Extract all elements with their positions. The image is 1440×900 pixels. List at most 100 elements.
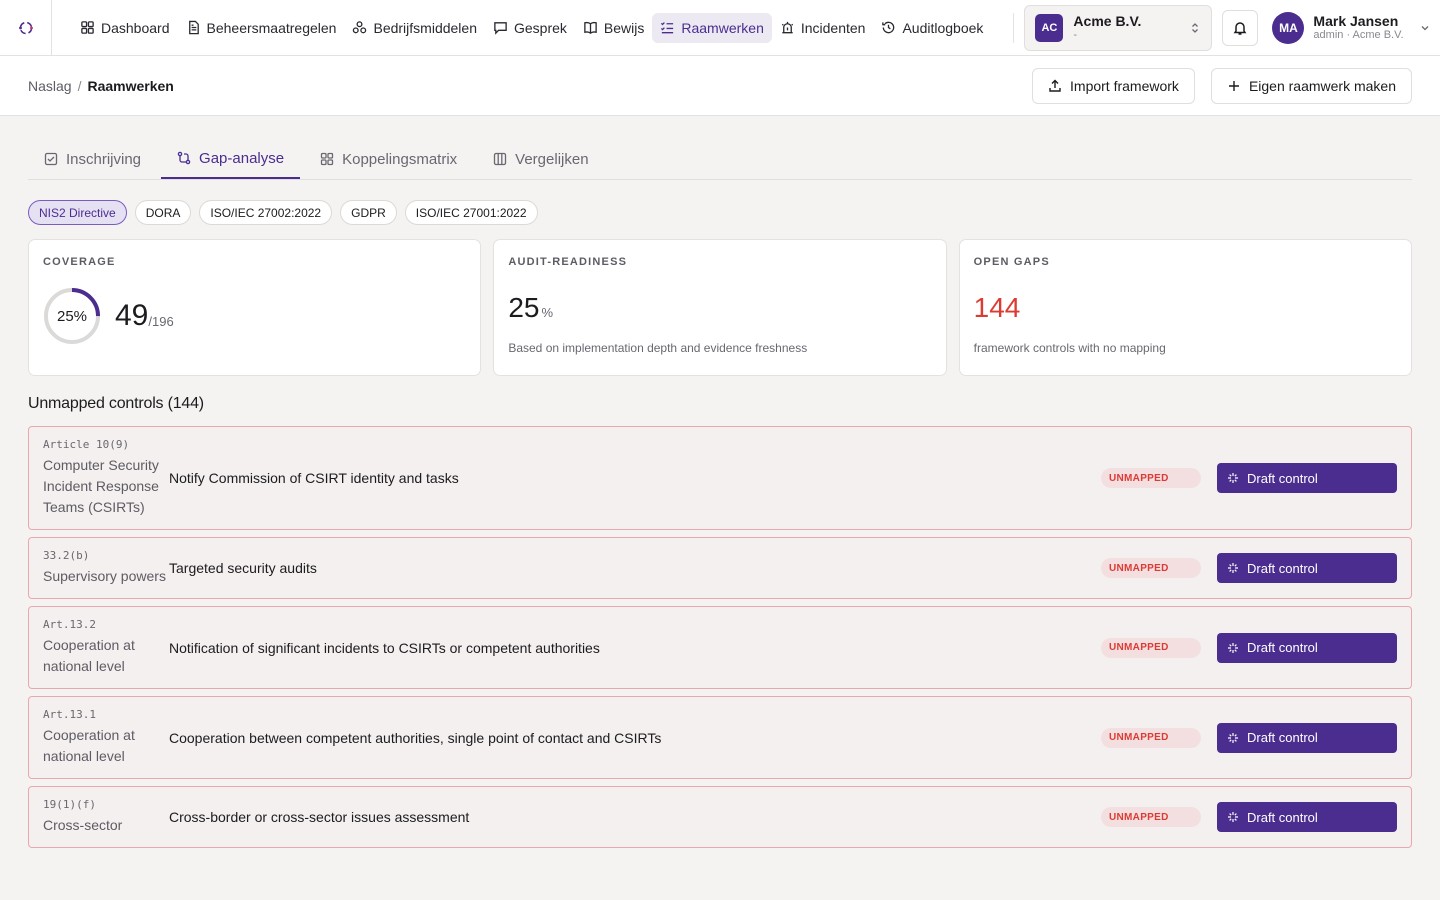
tab-label: Koppelingsmatrix: [342, 150, 458, 168]
coverage-percent: 25%: [56, 307, 88, 325]
draft-control-button[interactable]: Draft control: [1217, 632, 1397, 663]
chevron-up-down-icon: [1192, 22, 1199, 33]
control-title: Targeted security audits: [169, 560, 317, 576]
list-item: 33.2(b) Supervisory powers Targeted secu…: [28, 537, 1412, 599]
app-logo[interactable]: [0, 0, 52, 56]
framework-chip-iso27002[interactable]: ISO/IEC 27002:2022: [199, 200, 333, 225]
control-area: Supervisory powers: [43, 568, 166, 584]
nav-item-conversation[interactable]: Gesprek: [485, 13, 575, 43]
list-item: Art.13.1 Cooperation at national level C…: [28, 696, 1412, 779]
org-subtitle: -: [1073, 29, 1078, 42]
breadcrumb-separator: /: [77, 77, 82, 94]
nav-item-audit-log[interactable]: Auditlogboek: [873, 13, 991, 43]
framework-chip-iso27001[interactable]: ISO/IEC 27001:2022: [404, 200, 538, 225]
list-item: Article 10(9) Computer Security Incident…: [28, 426, 1412, 530]
list-item: 19(1)(f) Cross-sector Cross-border or cr…: [28, 786, 1412, 848]
nav-item-controls[interactable]: Beheersmaatregelen: [178, 13, 345, 43]
audit-readiness-unit: %: [541, 305, 554, 320]
draft-control-label: Draft control: [1247, 560, 1318, 576]
nav-item-frameworks[interactable]: Raamwerken: [652, 12, 772, 43]
unmapped-controls-list: Article 10(9) Computer Security Incident…: [28, 426, 1412, 855]
coverage-total-count: /196: [148, 313, 174, 329]
breadcrumb: Naslag / Raamwerken: [28, 78, 1016, 94]
git-compare-icon: [177, 151, 191, 165]
grid-icon: [320, 152, 334, 166]
control-area: Cross-sector: [43, 817, 123, 833]
draft-control-label: Draft control: [1247, 470, 1318, 486]
control-title: Notification of significant incidents to…: [169, 639, 600, 656]
coverage-label: COVERAGE: [43, 256, 116, 268]
import-framework-button[interactable]: Import framework: [1032, 67, 1195, 104]
status-badge: UNMAPPED: [1101, 468, 1201, 488]
status-badge: UNMAPPED: [1101, 807, 1201, 827]
coverage-card: COVERAGE 25% 49 /196: [28, 239, 482, 376]
nav-item-label: Gesprek: [513, 19, 567, 36]
framework-chip-dora[interactable]: DORA: [134, 200, 192, 225]
control-title: Notify Commission of CSIRT identity and …: [169, 470, 459, 486]
tab-label: Gap-analyse: [199, 149, 285, 167]
tab-label: Vergelijken: [515, 150, 589, 168]
list-item: Art.13.2 Cooperation at national level N…: [28, 606, 1412, 689]
notifications-button[interactable]: [1222, 9, 1259, 46]
draft-control-button[interactable]: Draft control: [1217, 802, 1397, 832]
nav-item-assets[interactable]: Bedrijfsmiddelen: [344, 13, 485, 43]
nav-item-label: Dashboard: [101, 19, 170, 36]
org-avatar: AC: [1035, 13, 1064, 42]
control-reference: 19(1)(f): [43, 798, 96, 811]
open-gaps-label: OPEN GAPS: [973, 256, 1050, 268]
import-framework-label: Import framework: [1070, 77, 1179, 94]
draft-control-label: Draft control: [1247, 809, 1318, 825]
coverage-ring: 25%: [43, 287, 101, 345]
nav-item-incidents[interactable]: Incidenten: [772, 13, 874, 43]
dashboard-icon: [81, 21, 94, 34]
status-badge: UNMAPPED: [1101, 637, 1201, 658]
control-reference: 33.2(b): [43, 549, 90, 562]
draft-control-button[interactable]: Draft control: [1217, 553, 1397, 583]
avatar: MA: [1272, 11, 1305, 44]
nav-item-evidence[interactable]: Bewijs: [575, 13, 652, 43]
status-badge: UNMAPPED: [1101, 727, 1201, 748]
plus-icon: [1228, 80, 1239, 91]
organization-switcher[interactable]: AC Acme B.V. -: [1024, 4, 1213, 51]
open-gaps-value: 144: [973, 292, 1021, 323]
tab-mapping-matrix[interactable]: Koppelingsmatrix: [304, 139, 473, 179]
checkbox-icon: [44, 152, 58, 166]
draft-control-button[interactable]: Draft control: [1217, 463, 1397, 493]
audit-readiness-note: Based on implementation depth and eviden…: [508, 341, 808, 355]
breadcrumb-parent[interactable]: Naslag: [28, 78, 72, 94]
control-reference: Art.13.2: [43, 618, 96, 631]
metric-cards: COVERAGE 25% 49 /196 AUDIT-READINESS 25 …: [28, 239, 1412, 376]
framework-chip-nis2[interactable]: NIS2 Directive: [28, 200, 127, 225]
history-icon: [882, 21, 895, 34]
sparkles-icon: [1228, 563, 1238, 573]
control-reference: Article 10(9): [43, 438, 130, 451]
siren-icon: [781, 21, 793, 34]
document-icon: [188, 20, 199, 35]
nav-item-label: Raamwerken: [681, 19, 764, 36]
nav-item-label: Auditlogboek: [902, 19, 984, 36]
tab-compare[interactable]: Vergelijken: [477, 139, 604, 179]
control-title: Cross-border or cross-sector issues asse…: [169, 809, 470, 825]
open-gaps-card: OPEN GAPS 144 framework controls with no…: [958, 239, 1412, 376]
bell-icon: [1234, 21, 1247, 35]
top-navigation-bar: Dashboard Beheersmaatregelen Bedrijfsmid…: [0, 0, 1440, 56]
control-area: Cooperation at national level: [43, 727, 135, 764]
page-title: Raamwerken: [87, 77, 174, 94]
nav-item-dashboard[interactable]: Dashboard: [72, 13, 178, 43]
org-name: Acme B.V.: [1073, 13, 1142, 30]
nav-item-label: Beheersmaatregelen: [206, 19, 337, 36]
tab-gap-analysis[interactable]: Gap-analyse: [161, 139, 301, 179]
create-framework-button[interactable]: Eigen raamwerk maken: [1210, 67, 1412, 104]
book-icon: [584, 21, 597, 34]
tab-enrollment[interactable]: Inschrijving: [28, 139, 157, 179]
framework-chip-gdpr[interactable]: GDPR: [340, 200, 397, 225]
sparkles-icon: [1228, 812, 1238, 822]
user-name: Mark Jansen: [1313, 13, 1399, 30]
control-area: Computer Security Incident Response Team…: [43, 457, 159, 515]
framework-filter: NIS2 Directive DORA ISO/IEC 27002:2022 G…: [28, 200, 538, 225]
sparkles-icon: [1228, 642, 1238, 653]
draft-control-button[interactable]: Draft control: [1217, 722, 1397, 753]
tab-label: Inschrijving: [66, 150, 142, 168]
user-menu[interactable]: MA Mark Jansen admin · Acme B.V.: [1272, 11, 1430, 44]
audit-readiness-card: AUDIT-READINESS 25 % Based on implementa…: [493, 239, 947, 376]
